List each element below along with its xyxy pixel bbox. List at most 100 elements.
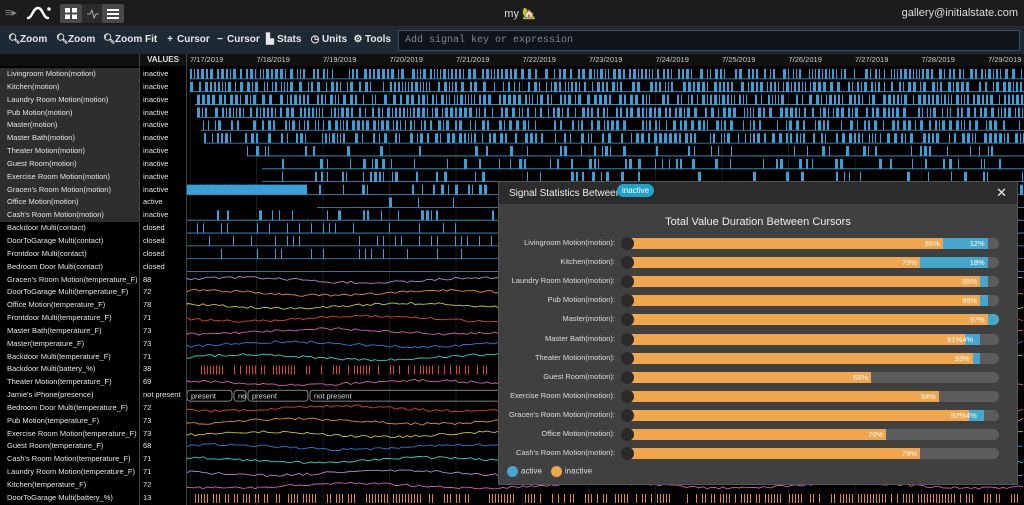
motion-pulse: [944, 94, 946, 105]
motion-pulse: [646, 107, 647, 118]
signal-name[interactable]: Master(temperature_F): [0, 338, 139, 351]
motion-pulse: [655, 158, 656, 169]
dashboard-title[interactable]: my 🏡: [480, 7, 560, 20]
date-tick: 7/23/2019: [589, 55, 623, 64]
battery-tick: [603, 494, 604, 503]
signal-name[interactable]: Master Bath(motion): [0, 132, 139, 146]
user-account[interactable]: gallery@initialstate.com: [902, 7, 1018, 19]
legend-item[interactable]: active: [507, 466, 542, 477]
signal-name[interactable]: Guest Room(temperature_F): [0, 440, 139, 453]
contact-pulse: [311, 248, 312, 259]
signal-name[interactable]: Exercise Room Motion(motion): [0, 170, 139, 184]
motion-pulse: [715, 158, 718, 169]
signal-name[interactable]: Bedroom Door Multi(temperature_F): [0, 402, 139, 415]
signal-name[interactable]: Pub Motion(motion): [0, 106, 139, 120]
motion-pulse: [985, 81, 987, 92]
battery-tick: [195, 494, 196, 503]
motion-pulse: [796, 94, 798, 105]
signal-name[interactable]: Kitchen(motion): [0, 80, 139, 94]
signal-name[interactable]: Theater Motion(motion): [0, 145, 139, 158]
motion-pulse: [230, 94, 233, 105]
motion-pulse: [571, 81, 573, 92]
panel-header[interactable]: Signal Statistics Between inactive ✕: [499, 182, 1017, 204]
signal-name[interactable]: Exercise Room Motion(temperature_F): [0, 428, 139, 441]
signal-name[interactable]: Office Motion(temperature_F): [0, 299, 139, 312]
signal-name[interactable]: Frontdoor Multi(temperature_F): [0, 312, 139, 325]
stats-button[interactable]: ▙ Stats: [265, 34, 301, 45]
battery-tick: [558, 494, 559, 503]
signal-name[interactable]: Frontdoor Multi(contact): [0, 248, 139, 261]
battery-tick: [939, 494, 940, 503]
signal-name[interactable]: Backdoor Multi(contact): [0, 222, 139, 235]
waves-view-toggle[interactable]: [82, 4, 104, 23]
wave-logo-icon[interactable]: [26, 4, 52, 23]
signal-name[interactable]: DoorToGarage Multi(battery_%): [0, 492, 139, 505]
motion-pulse: [236, 107, 237, 118]
signal-name[interactable]: Cash's Room Motion(temperature_F): [0, 453, 139, 466]
presence-label: no: [238, 391, 246, 400]
motion-pulse: [570, 69, 572, 79]
signal-name[interactable]: Jamie's iPhone(presence): [0, 389, 139, 402]
motion-pulse: [936, 133, 939, 144]
close-icon[interactable]: ✕: [996, 185, 1007, 201]
motion-pulse: [959, 69, 961, 79]
motion-pulse: [597, 69, 598, 79]
motion-pulse: [830, 81, 833, 92]
tools-button[interactable]: ⚙ Tools: [353, 34, 391, 45]
hamburger-menu-icon[interactable]: ≡▸: [5, 7, 19, 19]
remove-cursor-button[interactable]: − Cursor: [215, 34, 260, 45]
signal-name[interactable]: Bedroom Door Multi(contact): [0, 261, 139, 274]
signal-name[interactable]: Cash's Room Motion(motion): [0, 209, 139, 223]
zoom-fit-button[interactable]: 🔍︎Zoom Fit: [103, 34, 157, 45]
state-tag[interactable]: inactive: [617, 184, 655, 197]
add-cursor-label: Cursor: [177, 34, 210, 45]
zoom-in-button[interactable]: 🔍︎Zoom: [8, 34, 47, 45]
signal-name[interactable]: Master Bath(temperature_F): [0, 325, 139, 338]
motion-pulse: [338, 94, 339, 105]
signal-name[interactable]: DoorToGarage Multi(temperature_F): [0, 286, 139, 299]
battery-tick: [726, 494, 727, 503]
motion-pulse: [447, 158, 448, 169]
signal-name[interactable]: Livingroom Motion(motion): [0, 68, 139, 81]
inactive-percent: 84%: [920, 391, 936, 401]
signal-name[interactable]: Master(motion): [0, 119, 139, 133]
motion-pulse: [818, 81, 821, 92]
battery-tick: [735, 494, 736, 503]
motion-pulse: [299, 94, 301, 105]
motion-pulse: [393, 120, 394, 131]
battery-tick: [216, 365, 217, 375]
signal-name[interactable]: DoorToGarage Multi(contact): [0, 235, 139, 248]
add-cursor-button[interactable]: + Cursor: [165, 34, 210, 45]
motion-pulse: [482, 120, 485, 131]
stat-row-label: Laundry Room Motion(motion):: [511, 276, 615, 286]
signal-name[interactable]: Gracen's Room Motion(motion): [0, 183, 139, 197]
signal-name[interactable]: Kitchen(temperature_F): [0, 479, 139, 492]
stat-bar-track: 91% 4%: [623, 333, 999, 345]
motion-pulse: [501, 107, 503, 118]
signal-value: inactive: [143, 171, 169, 181]
signal-name[interactable]: Guest Room(motion): [0, 157, 139, 171]
expression-input[interactable]: Add signal key or expression: [398, 30, 1020, 51]
grid-view-toggle[interactable]: [60, 4, 82, 23]
signal-name[interactable]: Laundry Room Motion(motion): [0, 93, 139, 107]
signal-name[interactable]: Gracen's Room Motion(temperature_F): [0, 274, 139, 287]
motion-pulse: [454, 94, 455, 105]
units-button[interactable]: ◷ Units: [310, 34, 347, 45]
battery-tick: [312, 494, 313, 503]
date-tick: 7/28/2019: [921, 55, 955, 64]
signal-value: 68: [143, 441, 152, 451]
motion-pulse: [476, 107, 477, 118]
list-icon: [107, 9, 119, 19]
list-view-toggle[interactable]: [102, 4, 124, 23]
motion-pulse: [829, 69, 830, 79]
signal-name[interactable]: Office Motion(motion): [0, 196, 139, 210]
signal-name[interactable]: Backdoor Multi(battery_%): [0, 363, 139, 376]
legend-item[interactable]: inactive: [550, 466, 592, 477]
signal-name[interactable]: Pub Motion(temperature_F): [0, 415, 139, 428]
signal-values-list: inactive inactive inactive inactive inactive…: [140, 68, 186, 505]
motion-pulse: [905, 133, 906, 144]
zoom-out-button[interactable]: 🔍︎Zoom: [56, 34, 95, 45]
signal-name[interactable]: Laundry Room Motion(temperature_F): [0, 466, 139, 479]
signal-name[interactable]: Backdoor Multi(temperature_F): [0, 351, 139, 364]
signal-name[interactable]: Theater Motion(temperature_F): [0, 376, 139, 389]
